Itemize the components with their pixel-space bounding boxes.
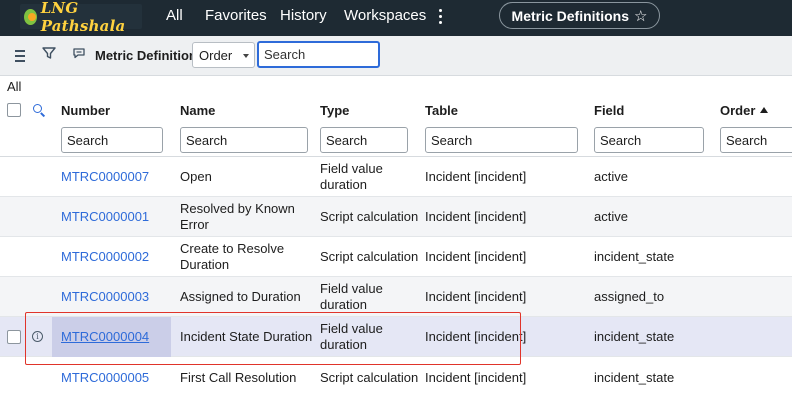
- annotation-highlight-box: [25, 312, 521, 365]
- record-number-link[interactable]: MTRC0000002: [61, 249, 149, 265]
- logo[interactable]: LNG Pathshala: [20, 0, 142, 35]
- table-row[interactable]: MTRC0000002 Create to Resolve Duration S…: [0, 237, 792, 277]
- type-search-input[interactable]: Search: [320, 127, 408, 153]
- name-cell: First Call Resolution: [180, 370, 297, 385]
- record-number-link[interactable]: MTRC0000003: [61, 289, 149, 305]
- list-search-placeholder: Search: [264, 47, 306, 62]
- table-cell: Incident [incident]: [425, 249, 527, 264]
- field-search-input[interactable]: Search: [594, 127, 704, 153]
- name-cell: Resolved by Known: [180, 201, 295, 216]
- select-all-checkbox[interactable]: [7, 103, 21, 117]
- menu-icon[interactable]: [11, 46, 29, 64]
- top-navigation-bar: LNG Pathshala All Favorites History Work…: [0, 0, 792, 36]
- type-cell: Field value: [320, 281, 383, 296]
- type-cell-line-2: duration: [320, 177, 367, 192]
- order-search-placeholder: Search: [726, 133, 768, 148]
- table-row[interactable]: MTRC0000001 Resolved by Known Error Scri…: [0, 197, 792, 237]
- current-page-pill[interactable]: Metric Definitions ☆: [499, 2, 660, 29]
- table-header: Number Name Type Table Field Order: [0, 97, 792, 124]
- field-cell: incident_state: [594, 329, 675, 344]
- star-icon[interactable]: ☆: [634, 7, 647, 25]
- type-search-placeholder: Search: [326, 133, 368, 148]
- search-field-select-value: Order: [199, 48, 233, 63]
- field-cell: incident_state: [594, 249, 675, 264]
- nav-favorites[interactable]: Favorites: [205, 7, 267, 24]
- name-cell: Assigned to Duration: [180, 289, 301, 304]
- name-cell: Create to Resolve: [180, 241, 285, 256]
- order-search-input[interactable]: Search: [720, 127, 792, 153]
- name-search-input[interactable]: Search: [180, 127, 308, 153]
- table-row[interactable]: MTRC0000007 Open Field value duration In…: [0, 157, 792, 197]
- nav-history[interactable]: History: [280, 7, 327, 24]
- table-search-placeholder: Search: [431, 133, 473, 148]
- comment-icon[interactable]: [70, 46, 88, 64]
- name-cell: Open: [180, 169, 212, 184]
- more-icon[interactable]: [434, 6, 446, 26]
- list-search-input[interactable]: Search: [257, 41, 380, 68]
- column-header-order-label: Order: [720, 103, 756, 118]
- nav-workspaces[interactable]: Workspaces: [344, 7, 426, 24]
- name-cell-line-2: Duration: [180, 257, 230, 272]
- sort-ascending-icon: [760, 107, 769, 113]
- row-checkbox[interactable]: [7, 330, 21, 344]
- table-cell: Incident [incident]: [425, 370, 527, 385]
- name-search-placeholder: Search: [186, 133, 228, 148]
- logo-mark-icon: [24, 8, 37, 25]
- type-cell: Script calculation: [320, 249, 419, 264]
- table-search-input[interactable]: Search: [425, 127, 578, 153]
- filter-icon[interactable]: [40, 46, 58, 64]
- column-header-type[interactable]: Type: [320, 103, 349, 118]
- logo-text: LNG Pathshala: [40, 0, 126, 35]
- current-page-title: Metric Definitions: [511, 7, 629, 24]
- column-header-table[interactable]: Table: [425, 103, 458, 118]
- table-cell: Incident [incident]: [425, 169, 527, 184]
- type-cell-line-2: duration: [320, 297, 367, 312]
- search-field-select[interactable]: Order: [192, 42, 255, 68]
- list-title: Metric Definitions: [95, 48, 205, 63]
- column-search-row: Search Search Search Search Search Searc…: [0, 124, 792, 157]
- search-icon[interactable]: [33, 104, 46, 117]
- field-cell: incident_state: [594, 370, 675, 385]
- column-header-name[interactable]: Name: [180, 103, 215, 118]
- number-search-placeholder: Search: [67, 133, 109, 148]
- column-header-number[interactable]: Number: [61, 103, 110, 118]
- breadcrumb[interactable]: All: [7, 79, 21, 94]
- type-cell: Script calculation: [320, 209, 419, 224]
- type-cell: Field value: [320, 161, 383, 176]
- record-number-link[interactable]: MTRC0000007: [61, 169, 149, 185]
- record-number-link[interactable]: MTRC0000005: [61, 370, 149, 386]
- record-number-link[interactable]: MTRC0000001: [61, 209, 149, 225]
- nav-all[interactable]: All: [166, 7, 183, 24]
- column-header-order[interactable]: Order: [720, 103, 769, 118]
- field-search-placeholder: Search: [600, 133, 642, 148]
- table-row[interactable]: MTRC0000003 Assigned to Duration Field v…: [0, 277, 792, 317]
- field-cell: active: [594, 209, 628, 224]
- name-cell-line-2: Error: [180, 217, 209, 232]
- column-header-field[interactable]: Field: [594, 103, 624, 118]
- list-toolbar: Metric Definitions: [0, 36, 792, 76]
- number-search-input[interactable]: Search: [61, 127, 163, 153]
- table-cell: Incident [incident]: [425, 209, 527, 224]
- field-cell: active: [594, 169, 628, 184]
- field-cell: assigned_to: [594, 289, 665, 304]
- table-cell: Incident [incident]: [425, 289, 527, 304]
- type-cell: Script calculation: [320, 370, 419, 385]
- chevron-down-icon: [243, 54, 249, 58]
